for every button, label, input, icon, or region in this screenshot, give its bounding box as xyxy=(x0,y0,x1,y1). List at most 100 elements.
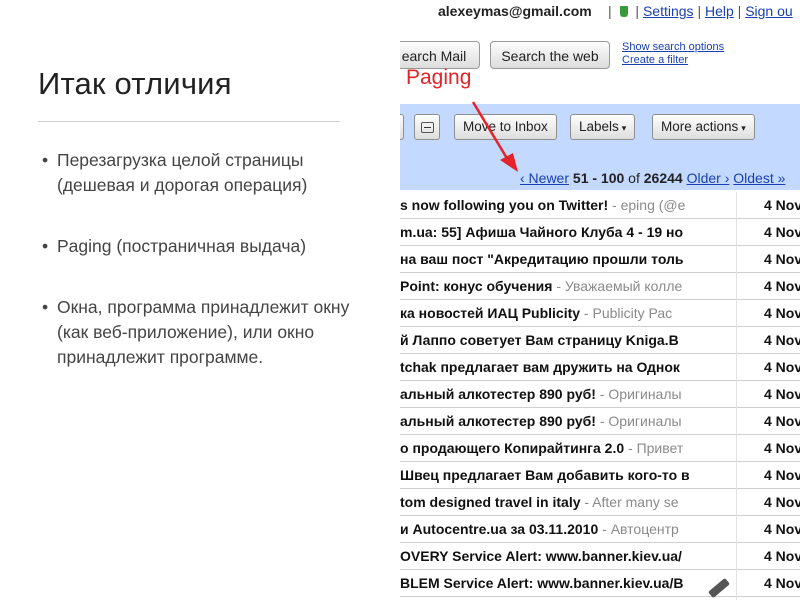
more-actions-dropdown[interactable]: More actions ▾ xyxy=(652,114,755,140)
message-list: s now following you on Twitter! - eping … xyxy=(400,192,800,600)
mail-toolbar: Move to Inbox Labels ▾ More actions ▾ xyxy=(400,104,800,148)
message-subject: BLEM Service Alert: www.banner.kiev.ua/B xyxy=(400,575,684,591)
create-filter-link[interactable]: Create a filter xyxy=(622,54,724,67)
labels-label: Labels xyxy=(579,119,619,134)
message-subject: s now following you on Twitter! xyxy=(400,197,609,213)
message-snippet: - After many se xyxy=(580,494,679,510)
message-row[interactable]: и Autocentre.ua за 03.11.2010 - Автоцент… xyxy=(400,516,800,543)
message-subject: на ваш пост "Акредитацию прошли толь xyxy=(400,251,684,267)
page-range: 51 - 100 xyxy=(572,170,625,186)
sign-out-link[interactable]: Sign ou xyxy=(745,3,792,19)
message-date: 4 Nov xyxy=(764,251,800,267)
message-row[interactable]: альный алкотестер 890 руб! - Оригиналы 4 … xyxy=(400,408,800,435)
message-row[interactable]: ка новостей ИАЦ Publicity - Publicity Ра… xyxy=(400,300,800,327)
message-date: 4 Nov xyxy=(764,440,800,456)
message-date: 4 Nov xyxy=(764,305,800,321)
oldest-link[interactable]: Oldest » xyxy=(733,170,785,186)
message-row[interactable]: tom designed travel in italy - After man… xyxy=(400,489,800,516)
message-subject-cell: BLEM Service Alert: www.banner.kiev.ua/B xyxy=(400,575,698,591)
message-subject-cell: s now following you on Twitter! - eping … xyxy=(400,197,698,213)
message-date: 4 Nov xyxy=(764,494,800,510)
separator: | xyxy=(737,3,742,19)
message-date: 4 Nov xyxy=(764,197,800,213)
bullet-text: Paging (постраничная выдача) xyxy=(57,236,307,256)
message-subject: Швец предлагает Вам добавить кого-то в xyxy=(400,467,690,483)
message-row[interactable]: BLEM Service Alert: www.banner.kiev.ua/B… xyxy=(400,570,800,597)
of-text: of xyxy=(628,170,640,186)
message-row[interactable]: tchak предлагает вам дружить на Однок 4 N… xyxy=(400,354,800,381)
total-count: 26244 xyxy=(643,170,683,186)
toolbar-button-partial[interactable] xyxy=(400,114,404,140)
message-date: 4 Nov xyxy=(764,413,800,429)
labels-dropdown[interactable]: Labels ▾ xyxy=(570,114,636,140)
message-date: 4 Nov xyxy=(764,521,800,537)
bullet-list: • Перезагрузка целой страницы (дешевая и … xyxy=(42,148,362,370)
newer-link[interactable]: ‹ Newer xyxy=(520,170,569,186)
message-subject-cell: альный алкотестер 890 руб! - Оригиналы xyxy=(400,386,698,402)
message-snippet: - eping (@e xyxy=(608,197,686,213)
message-snippet: - Оригиналы xyxy=(595,386,682,402)
settings-link[interactable]: Settings xyxy=(643,3,694,19)
message-date: 4 Nov xyxy=(764,575,800,591)
paging-annotation: Paging xyxy=(406,66,472,89)
message-date: 4 Nov xyxy=(764,548,800,564)
message-subject-cell: на ваш пост "Акредитацию прошли толь xyxy=(400,251,698,267)
labs-flask-icon[interactable] xyxy=(619,6,628,17)
move-to-inbox-button[interactable]: Move to Inbox xyxy=(454,114,557,140)
separator: | xyxy=(608,3,612,19)
message-subject-cell: OVERY Service Alert: www.banner.kiev.ua/ xyxy=(400,548,698,564)
message-subject: альный алкотестер 890 руб! xyxy=(400,386,596,402)
message-date: 4 Nov xyxy=(764,332,800,348)
message-row[interactable]: на ваш пост "Акредитацию прошли толь 4 No… xyxy=(400,246,800,273)
message-subject-cell: Point: конус обучения - Уважаемый колле xyxy=(400,278,698,294)
select-checkbox-menu[interactable] xyxy=(414,114,440,140)
message-subject-cell: m.ua: 55] Афиша Чайного Клуба 4 - 19 но xyxy=(400,224,698,240)
message-row[interactable]: Швец предлагает Вам добавить кого-то в 4 … xyxy=(400,462,800,489)
message-date: 4 Nov xyxy=(764,467,800,483)
message-subject: Point: конус обучения xyxy=(400,278,553,294)
show-search-options-link[interactable]: Show search options xyxy=(622,41,724,54)
title-divider xyxy=(38,121,340,122)
minus-box-icon xyxy=(420,121,434,133)
bullet-dot: • xyxy=(42,297,49,317)
message-subject-cell: о продающего Копирайтинга 2.0 - Привет xyxy=(400,440,698,456)
search-mail-button[interactable]: earch Mail xyxy=(400,41,480,69)
message-subject: m.ua: 55] Афиша Чайного Клуба 4 - 19 но xyxy=(400,224,684,240)
message-snippet: - Оригиналы xyxy=(595,413,682,429)
bullet-item: • Перезагрузка целой страницы (дешевая и … xyxy=(42,148,362,198)
message-date: 4 Nov xyxy=(764,278,800,294)
account-email: alexeymas@gmail.com xyxy=(438,3,592,19)
message-row[interactable]: альный алкотестер 890 руб! - Оригиналы 4 … xyxy=(400,381,800,408)
older-link[interactable]: Older › xyxy=(687,170,730,186)
pager: ‹ Newer 51 - 100 of 26244 Older › Oldest… xyxy=(520,170,785,186)
message-subject: и Autocentre.ua за 03.11.2010 xyxy=(400,521,599,537)
message-subject-cell: й Лаппо советует Вам страницу Kniga.B xyxy=(400,332,698,348)
search-options: Show search options Create a filter xyxy=(622,41,724,67)
message-subject-cell: и Autocentre.ua за 03.11.2010 - Автоцент… xyxy=(400,521,698,537)
separator: | xyxy=(697,3,702,19)
chevron-down-icon: ▾ xyxy=(621,123,627,133)
column-divider xyxy=(736,192,737,600)
message-row[interactable]: Point: конус обучения - Уважаемый колле 4… xyxy=(400,273,800,300)
bullet-item: • Окна, программа принадлежит окну (как в… xyxy=(42,295,362,370)
search-web-button[interactable]: Search the web xyxy=(490,41,610,69)
help-link[interactable]: Help xyxy=(705,3,734,19)
bullet-text: Перезагрузка целой страницы (дешевая и д… xyxy=(57,150,308,195)
bullet-text: Окна, программа принадлежит окну (как ве… xyxy=(57,297,350,367)
message-subject: tom designed travel in italy xyxy=(400,494,581,510)
message-row[interactable]: о продающего Копирайтинга 2.0 - Привет 4 … xyxy=(400,435,800,462)
message-date: 4 Nov xyxy=(764,224,800,240)
account-links: | | Settings | Help | Sign ou xyxy=(608,3,793,19)
bullet-dot: • xyxy=(42,150,49,170)
message-snippet: - Привет xyxy=(624,440,684,456)
message-row[interactable]: OVERY Service Alert: www.banner.kiev.ua/… xyxy=(400,543,800,570)
message-subject: й Лаппо советует Вам страницу Kniga.B xyxy=(400,332,679,348)
account-bar: alexeymas@gmail.com | | Settings | Help … xyxy=(400,0,800,24)
message-row[interactable]: s now following you on Twitter! - eping … xyxy=(400,192,800,219)
message-subject-cell: альный алкотестер 890 руб! - Оригиналы xyxy=(400,413,698,429)
bullet-dot: • xyxy=(42,236,49,256)
message-row[interactable]: m.ua: 55] Афиша Чайного Клуба 4 - 19 но 4… xyxy=(400,219,800,246)
message-row[interactable]: й Лаппо советует Вам страницу Kniga.B 4 N… xyxy=(400,327,800,354)
more-actions-label: More actions xyxy=(661,119,739,134)
chevron-down-icon: ▾ xyxy=(741,123,746,133)
